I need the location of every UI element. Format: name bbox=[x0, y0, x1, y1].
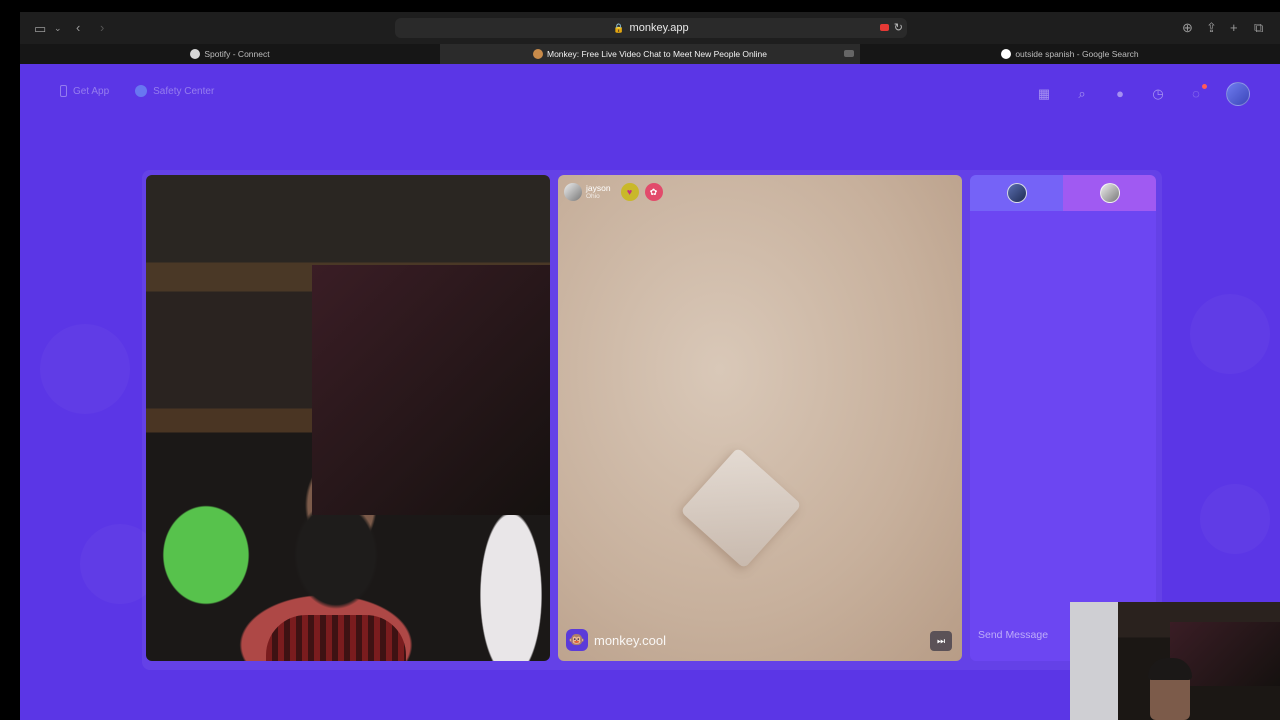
coin-icon[interactable]: ● bbox=[1112, 86, 1128, 102]
address-text: monkey.app bbox=[629, 22, 689, 34]
decor-blob bbox=[40, 324, 130, 414]
back-icon[interactable]: ‹ bbox=[76, 21, 80, 34]
store-icon[interactable]: ▦ bbox=[1036, 86, 1052, 102]
tab-bar: Spotify - Connect Monkey: Free Live Vide… bbox=[20, 44, 1280, 64]
chat-participants bbox=[970, 175, 1156, 211]
safety-center-label: Safety Center bbox=[153, 85, 215, 97]
new-tab-icon[interactable]: + bbox=[1230, 21, 1238, 34]
get-app-link[interactable]: Get App bbox=[60, 85, 109, 97]
address-bar[interactable]: 🔒 monkey.app ↻ bbox=[395, 18, 907, 38]
google-favicon-icon bbox=[1001, 49, 1012, 59]
gift-icon[interactable]: ✿ bbox=[644, 183, 663, 201]
chat-tab-peer[interactable] bbox=[1063, 175, 1156, 211]
share-icon[interactable]: ⇪ bbox=[1206, 21, 1217, 34]
peer-name: jayson bbox=[586, 182, 611, 193]
tab-title: Spotify - Connect bbox=[204, 49, 270, 59]
shield-icon bbox=[135, 85, 148, 97]
tab-google[interactable]: outside spanish - Google Search bbox=[860, 44, 1280, 64]
search-icon[interactable]: ⌕ bbox=[1074, 86, 1090, 102]
browser-toolbar: ▭ ⌄ ‹ › 🔒 monkey.app ↻ ⊕ ⇪ + ⧉ bbox=[20, 12, 1280, 44]
chevron-down-icon[interactable]: ⌄ bbox=[54, 22, 62, 35]
peer-avatar bbox=[564, 183, 582, 201]
send-message-input[interactable]: Send Message bbox=[978, 629, 1048, 641]
reload-icon[interactable]: ↻ bbox=[894, 21, 903, 34]
peer-chat-avatar bbox=[1099, 183, 1120, 203]
profile-avatar[interactable] bbox=[1226, 82, 1250, 106]
tabs-overview-icon[interactable]: ⧉ bbox=[1254, 21, 1263, 34]
top-nav-left: Get App Safety Center bbox=[60, 85, 214, 97]
messages-icon[interactable]: ◌ bbox=[1188, 84, 1207, 102]
forward-icon[interactable]: › bbox=[100, 21, 104, 34]
remote-video-feed: jayson Ohio ♥ ✿ 🐵 monkey.cool ⏭ bbox=[558, 175, 962, 661]
streamer-webcam-overlay bbox=[1070, 602, 1280, 720]
spotify-favicon-icon bbox=[190, 49, 201, 59]
get-app-label: Get App bbox=[73, 85, 110, 97]
tab-title: outside spanish - Google Search bbox=[1015, 49, 1139, 59]
background-shelf bbox=[312, 265, 550, 515]
notification-dot bbox=[1202, 84, 1207, 89]
tab-monkey[interactable]: Monkey: Free Live Video Chat to Meet New… bbox=[440, 44, 860, 64]
chat-tab-self[interactable] bbox=[970, 175, 1063, 211]
chat-panel: Send Message bbox=[970, 175, 1156, 661]
tab-spotify[interactable]: Spotify - Connect bbox=[20, 44, 440, 64]
skip-button[interactable]: ⏭ bbox=[930, 631, 952, 651]
self-avatar bbox=[1006, 183, 1027, 203]
monkey-watermark: 🐵 monkey.cool bbox=[566, 629, 666, 651]
peer-info[interactable]: jayson Ohio ♥ ✿ bbox=[564, 181, 663, 203]
safety-center-link[interactable]: Safety Center bbox=[135, 85, 214, 97]
background-door bbox=[1070, 602, 1118, 720]
camera-in-use-icon bbox=[844, 50, 854, 57]
sidebar-icon[interactable]: ▭ bbox=[34, 22, 46, 35]
remote-camera-object bbox=[680, 447, 802, 569]
decor-blob bbox=[1190, 294, 1270, 374]
browser-chrome: ▭ ⌄ ‹ › 🔒 monkey.app ↻ ⊕ ⇪ + ⧉ Spotify -… bbox=[20, 12, 1280, 64]
monkey-favicon-icon bbox=[532, 49, 543, 59]
watermark-text: monkey.cool bbox=[594, 632, 667, 648]
camera-recording-icon[interactable] bbox=[880, 24, 889, 31]
tab-title: Monkey: Free Live Video Chat to Meet New… bbox=[546, 49, 768, 59]
monkey-logo-icon: 🐵 bbox=[566, 629, 588, 651]
decor-blob bbox=[1200, 484, 1270, 554]
download-icon[interactable]: ⊕ bbox=[1182, 21, 1193, 34]
phone-icon bbox=[60, 85, 67, 97]
microphone-foam bbox=[266, 615, 406, 661]
lock-icon: 🔒 bbox=[613, 22, 625, 33]
heart-icon[interactable]: ♥ bbox=[620, 183, 639, 201]
self-video-feed bbox=[146, 175, 550, 661]
history-icon[interactable]: ◷ bbox=[1150, 86, 1166, 102]
peer-location: Ohio bbox=[586, 192, 600, 200]
top-nav-right: ▦ ⌕ ● ◷ ◌ bbox=[1036, 82, 1250, 106]
